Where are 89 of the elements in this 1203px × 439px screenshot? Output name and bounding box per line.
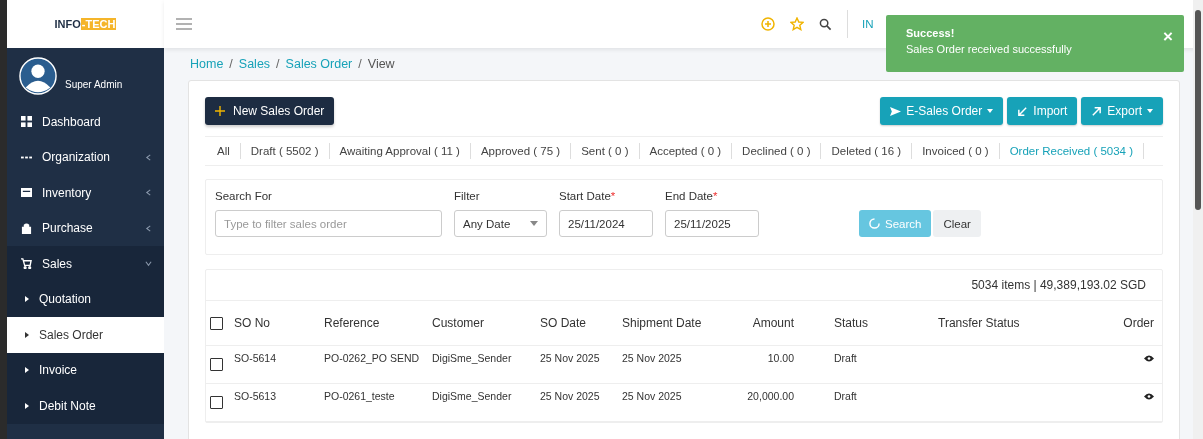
cart-icon: [21, 258, 32, 270]
caret-icon: [145, 224, 152, 232]
field-label: Filter: [454, 190, 481, 202]
status-tab[interactable]: Invoiced ( 0 ): [912, 143, 1000, 159]
table-cell-text: PO-0262_PO SEND: [324, 352, 421, 364]
table-cell-text: DigiSme_Sender: [432, 352, 513, 364]
table-cell-text: Draft: [833, 352, 858, 364]
column-header: Order: [1122, 316, 1154, 330]
column-header: Reference: [324, 316, 381, 330]
column-header: Amount: [751, 316, 794, 330]
sidebar-item[interactable]: Organization: [7, 139, 164, 175]
sidebar-subitem[interactable]: Invoice: [7, 352, 164, 388]
table-cell-text: DigiSme_Sender: [432, 390, 513, 402]
bullet-icon: [25, 331, 29, 338]
sidebar-item[interactable]: Purchase: [7, 210, 164, 246]
column-header: Transfer Status: [938, 316, 1021, 330]
filter-dropdown[interactable]: Any Date: [454, 210, 547, 237]
new-sales-order-button[interactable]: New Sales Order: [205, 97, 335, 125]
caret-icon: [145, 260, 152, 268]
table-cell-text: SO-5614: [234, 352, 278, 364]
table-cell-text: 25 Nov 2025: [540, 352, 601, 364]
user-name: Super Admin: [65, 78, 123, 90]
status-tab[interactable]: Accepted ( 0 ): [639, 143, 733, 159]
sidebar-subitem[interactable]: Quotation: [7, 281, 164, 317]
column-header: SO No: [234, 316, 271, 330]
column-header: Shipment Date: [622, 315, 703, 331]
grid-icon: [21, 116, 32, 128]
logo: INFO-TECH: [53, 17, 118, 32]
breadcrumb-separator: /: [358, 57, 362, 71]
status-tab[interactable]: Sent ( 0 ): [571, 143, 640, 159]
checkbox[interactable]: [210, 396, 223, 409]
status-tab[interactable]: Awaiting Approval ( 11 ): [329, 143, 471, 159]
breadcrumb-current: View: [367, 57, 395, 71]
sidebar-item[interactable]: Dashboard: [7, 104, 164, 140]
caret-icon: [1147, 109, 1153, 113]
caret-icon: [145, 189, 152, 197]
column-header: Customer: [432, 316, 485, 330]
status-tab[interactable]: Declined ( 0 ): [732, 143, 822, 159]
caret-icon: [987, 109, 994, 113]
status-tab[interactable]: Approved ( 75 ): [470, 143, 572, 159]
arrow-icon: [1017, 105, 1029, 117]
status-tab[interactable]: All: [217, 143, 241, 159]
status-tab[interactable]: Deleted ( 16 ): [821, 143, 913, 159]
sidebar-item[interactable]: Inventory: [7, 175, 164, 211]
arrow-icon: [1091, 105, 1103, 117]
breadcrumb-separator: /: [229, 57, 233, 71]
caret-icon: [145, 153, 152, 161]
table-cell-text: 25 Nov 2025: [622, 352, 683, 364]
table-cell-text: Draft: [833, 390, 858, 402]
table-cell-text: 25 Nov 2025: [622, 390, 683, 402]
search-field[interactable]: Type to filter sales order: [215, 210, 442, 237]
field-label: Start Date*: [559, 190, 617, 202]
send-icon: [890, 105, 902, 117]
clear-button[interactable]: Clear: [933, 210, 981, 237]
table-cell-text: PO-0261_teste: [324, 390, 396, 402]
search-icon[interactable]: [819, 17, 832, 31]
eye-icon[interactable]: [1144, 393, 1154, 400]
bag-icon: [21, 222, 32, 234]
box-icon: [21, 187, 32, 199]
bullet-icon: [25, 296, 29, 303]
breadcrumb-separator: /: [276, 57, 280, 71]
avatar-icon: [19, 57, 57, 95]
table-summary: 5034 items | 49,389,193.02 SGD: [971, 278, 1146, 292]
table-cell-text: 25 Nov 2025: [540, 390, 601, 402]
scrollbar[interactable]: [1193, 0, 1203, 439]
table-cell-text: SO-5613: [234, 390, 278, 402]
star-icon[interactable]: [790, 17, 804, 31]
toast-title: Success!: [906, 27, 956, 39]
column-header: SO Date: [540, 316, 588, 330]
toast-message: Sales Order received successfully: [906, 43, 1073, 55]
column-header: Status: [833, 316, 870, 330]
table-cell-text: 20,000.00: [746, 390, 794, 402]
bullet-icon: [25, 402, 29, 409]
sidebar-item[interactable]: Sales: [7, 246, 164, 282]
sidebar-subitem[interactable]: Debit Note: [7, 388, 164, 424]
eye-icon[interactable]: [1144, 355, 1154, 362]
sidebar-subitem[interactable]: Sales Order: [7, 317, 164, 353]
date-field[interactable]: 25/11/2024: [559, 210, 653, 237]
field-label: Search For: [215, 190, 273, 202]
checkbox[interactable]: [210, 358, 223, 371]
field-label: End Date*: [665, 190, 719, 202]
caret-icon: [530, 221, 538, 226]
spinner-icon: [869, 218, 880, 229]
table-cell-text: 10.00: [766, 352, 794, 364]
date-field[interactable]: 25/11/2025: [665, 210, 759, 237]
bullet-icon: [25, 367, 29, 374]
plus-icon: [215, 106, 225, 116]
checkbox[interactable]: [210, 316, 223, 330]
status-tab[interactable]: Draft ( 5502 ): [240, 143, 330, 159]
